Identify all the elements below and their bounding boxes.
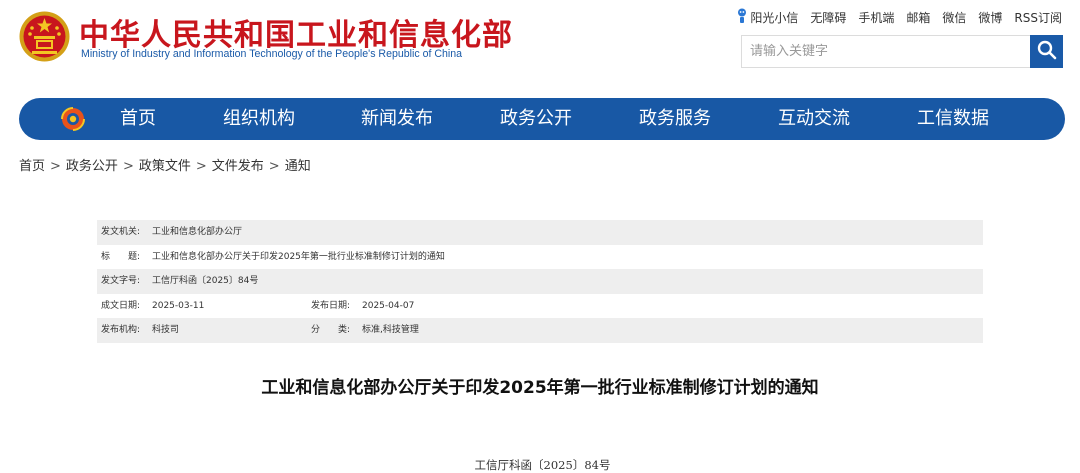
breadcrumb-separator: > — [268, 159, 280, 174]
site-subtitle-english: Ministry of Industry and Information Tec… — [81, 48, 463, 60]
breadcrumb-document-release[interactable]: 文件发布 — [212, 159, 264, 174]
issuer-value: 工业和信息化部办公厅 — [152, 227, 243, 237]
info-row-dates: 成文日期: 2025-03-11 发布日期: 2025-04-07 — [97, 294, 983, 319]
docno-value: 工信厅科函〔2025〕84号 — [152, 276, 259, 287]
nav-item-organization[interactable]: 组织机构 — [223, 98, 295, 140]
nav-item-home[interactable]: 首页 — [120, 98, 156, 140]
breadcrumb-government-affairs[interactable]: 政务公开 — [66, 159, 118, 174]
breadcrumb-separator: > — [50, 159, 61, 174]
title-label: 标 题: — [101, 251, 141, 262]
toplink-mobile[interactable]: 手机端 — [858, 9, 894, 26]
info-row-issuer: 发文机关: 工业和信息化部办公厅 — [97, 220, 983, 245]
breadcrumb-home[interactable]: 首页 — [19, 159, 45, 174]
breadcrumb: 首页 > 政务公开 > 政策文件 > 文件发布 > 通知 — [19, 155, 311, 174]
nav-item-government-affairs[interactable]: 政务公开 — [500, 98, 572, 140]
search-icon — [1037, 40, 1057, 64]
title-value: 工业和信息化部办公厅关于印发2025年第一批行业标准制修订计划的通知 — [152, 251, 445, 262]
breadcrumb-policy-documents[interactable]: 政策文件 — [139, 159, 191, 174]
docno-label: 发文字号: — [101, 276, 141, 287]
toplink-mail[interactable]: 邮箱 — [906, 9, 930, 26]
toplink-wechat[interactable]: 微信 — [942, 9, 966, 26]
toplink-weibo[interactable]: 微博 — [978, 9, 1002, 26]
yangguang-mascot-icon — [736, 8, 748, 27]
category-label: 分 类: — [311, 325, 351, 336]
ministry-logo-icon — [60, 106, 86, 132]
info-row-title: 标 题: 工业和信息化部办公厅关于印发2025年第一批行业标准制修订计划的通知 — [97, 245, 983, 270]
search-box — [741, 35, 1063, 68]
national-emblem-logo[interactable] — [19, 11, 70, 62]
org-label: 发布机构: — [101, 325, 141, 336]
top-links: 阳光小信 无障碍 手机端 邮箱 微信 微博 RSS订阅 — [736, 8, 1062, 27]
issuer-label: 发文机关: — [101, 227, 141, 237]
category-value: 标准,科技管理 — [362, 325, 419, 336]
nav-item-data[interactable]: 工信数据 — [917, 98, 989, 140]
search-button[interactable] — [1030, 35, 1063, 68]
toplink-yangguang-label: 阳光小信 — [750, 11, 799, 25]
breadcrumb-separator: > — [195, 159, 207, 174]
toplink-rss[interactable]: RSS订阅 — [1014, 9, 1062, 26]
article-title: 工业和信息化部办公厅关于印发2025年第一批行业标准制修订计划的通知 — [261, 378, 819, 398]
article-doc-number: 工信厅科函〔2025〕84号 — [474, 458, 611, 472]
main-nav: 首页 组织机构 新闻发布 政务公开 政务服务 互动交流 工信数据 — [19, 98, 1065, 140]
nav-item-news[interactable]: 新闻发布 — [361, 98, 433, 140]
written-date-value: 2025-03-11 — [152, 300, 205, 311]
info-row-docno: 发文字号: 工信厅科函〔2025〕84号 — [97, 269, 983, 294]
published-date-label: 发布日期: — [311, 300, 351, 311]
written-date-label: 成文日期: — [101, 300, 141, 311]
nav-item-services[interactable]: 政务服务 — [639, 98, 711, 140]
published-date-value: 2025-04-07 — [362, 300, 415, 311]
nav-item-interaction[interactable]: 互动交流 — [778, 98, 850, 140]
org-value: 科技司 — [152, 325, 180, 336]
info-row-org: 发布机构: 科技司 分 类: 标准,科技管理 — [97, 318, 983, 343]
toplink-yangguang[interactable]: 阳光小信 — [736, 8, 798, 27]
document-info-table: 发文机关: 工业和信息化部办公厅 标 题: 工业和信息化部办公厅关于印发2025… — [97, 220, 983, 343]
breadcrumb-separator: > — [122, 159, 134, 174]
search-input[interactable] — [742, 36, 1030, 67]
toplink-accessibility[interactable]: 无障碍 — [810, 9, 846, 26]
breadcrumb-notice[interactable]: 通知 — [285, 159, 311, 174]
